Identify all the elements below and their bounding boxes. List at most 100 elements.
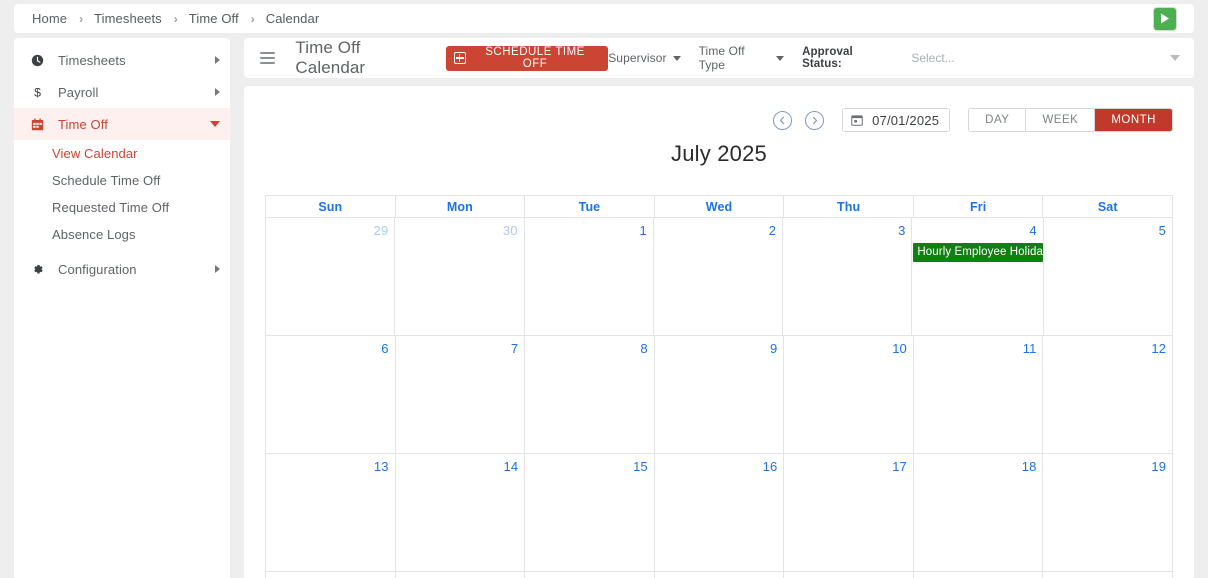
calendar-day-cell[interactable]: 8 — [525, 336, 655, 454]
view-day-button[interactable]: DAY — [969, 109, 1027, 131]
calendar-day-cell[interactable]: 4 Hourly Employee Holidays — [912, 218, 1044, 336]
calendar-day-cell[interactable]: 25 — [914, 572, 1044, 578]
day-header-thu: Thu — [784, 196, 914, 218]
calendar-day-number: 9 — [769, 341, 778, 356]
calendar-day-cell[interactable]: 12 — [1043, 336, 1174, 454]
sidebar-subitem-absence-logs[interactable]: Absence Logs — [14, 221, 230, 248]
calendar-day-number: 2 — [768, 223, 777, 238]
calendar-day-cell[interactable]: 1 — [524, 218, 654, 336]
calendar-day-number: 14 — [503, 459, 519, 474]
calendar-day-cell[interactable]: 3 — [783, 218, 913, 336]
calendar-day-cell[interactable]: 14 — [395, 454, 526, 572]
calendar-day-number: 29 — [373, 223, 389, 238]
calendar-day-cell[interactable]: 19 — [1043, 454, 1174, 572]
breadcrumb-separator: › — [250, 11, 255, 26]
calendar-day-cell[interactable]: 24 — [784, 572, 914, 578]
calendar-day-cell[interactable]: 26 — [1043, 572, 1174, 578]
chevron-down-icon — [776, 55, 785, 61]
approval-status-label: Approval Status: — [802, 46, 853, 70]
sidebar-item-time-off[interactable]: Time Off — [14, 108, 230, 140]
chevron-down-icon — [1170, 55, 1180, 61]
plus-icon — [453, 52, 466, 64]
chevron-down-icon — [672, 55, 681, 61]
breadcrumb-separator: › — [173, 11, 178, 26]
page-title: Time Off Calendar — [295, 38, 366, 77]
day-header-tue: Tue — [525, 196, 655, 218]
calendar-day-number: 16 — [762, 459, 778, 474]
date-input-value: 07/01/2025 — [872, 112, 940, 128]
svg-text:$: $ — [34, 85, 41, 99]
calendar-icon — [26, 117, 48, 131]
calendar-day-number: 18 — [1021, 459, 1037, 474]
breadcrumb-item-home[interactable]: Home — [32, 11, 67, 26]
calendar-day-cell[interactable]: 30 — [395, 218, 525, 336]
gear-icon — [26, 263, 48, 276]
calendar-icon — [851, 114, 863, 126]
calendar-header-row: Sun Mon Tue Wed Thu Fri Sat — [266, 196, 1174, 218]
view-week-button[interactable]: WEEK — [1026, 109, 1096, 131]
chevron-down-icon — [210, 121, 220, 127]
calendar-day-number: 19 — [1151, 459, 1167, 474]
chevron-right-icon — [215, 56, 220, 64]
calendar-day-cell[interactable]: 21 — [396, 572, 526, 578]
calendar-day-cell[interactable]: 11 — [913, 336, 1044, 454]
sidebar-subitem-view-calendar[interactable]: View Calendar — [14, 140, 230, 167]
supervisor-dropdown-label: Supervisor — [608, 51, 667, 65]
calendar-grid: Sun Mon Tue Wed Thu Fri Sat 29 30 1 2 3 4 Hour… — [265, 195, 1174, 578]
hamburger-icon[interactable] — [260, 49, 276, 67]
sidebar-subitem-schedule-time-off[interactable]: Schedule Time Off — [14, 167, 230, 194]
supervisor-dropdown[interactable]: Supervisor — [608, 51, 681, 65]
calendar-event[interactable]: Hourly Employee Holidays — [913, 243, 1043, 262]
date-input[interactable]: 07/01/2025 — [842, 108, 951, 132]
calendar-day-number: 17 — [892, 459, 907, 474]
calendar-day-cell[interactable]: 29 — [266, 218, 396, 336]
sidebar-item-timesheets[interactable]: Timesheets — [14, 44, 230, 76]
schedule-time-off-button[interactable]: SCHEDULE TIME OFF — [445, 45, 609, 71]
clock-icon — [26, 54, 48, 67]
calendar-day-number: 15 — [633, 459, 648, 474]
breadcrumb: Home › Timesheets › Time Off › Calendar — [14, 4, 1194, 33]
sidebar-item-configuration[interactable]: Configuration — [14, 253, 230, 285]
calendar-day-cell[interactable]: 6 — [266, 336, 396, 454]
calendar-day-cell[interactable]: 10 — [784, 336, 914, 454]
breadcrumb-item-calendar[interactable]: Calendar — [266, 11, 320, 26]
calendar-day-cell[interactable]: 9 — [654, 336, 785, 454]
calendar-day-cell[interactable]: 18 — [913, 454, 1044, 572]
sidebar: Timesheets $ Payroll Time Off View Calen… — [14, 38, 230, 578]
filter-group: Supervisor Time Off Type Approval Status… — [608, 44, 1180, 72]
sidebar-item-label: Configuration — [58, 261, 137, 277]
day-header-wed: Wed — [654, 196, 785, 218]
calendar-week-row: 20212223242526 — [266, 572, 1174, 578]
calendar-day-cell[interactable]: 15 — [525, 454, 655, 572]
breadcrumb-separator: › — [79, 11, 84, 26]
chevron-right-icon — [215, 88, 220, 96]
calendar-day-cell[interactable]: 5 — [1043, 218, 1173, 336]
calendar-day-cell[interactable]: 20 — [266, 572, 396, 578]
next-period-button[interactable] — [805, 110, 825, 130]
calendar-day-cell[interactable]: 23 — [655, 572, 785, 578]
calendar-day-cell[interactable]: 7 — [395, 336, 526, 454]
calendar-day-number: 4 — [1029, 223, 1037, 238]
calendar-panel: 07/01/2025 DAY WEEK MONTH July 2025 Sun … — [244, 86, 1194, 578]
calendar-day-cell[interactable]: 2 — [653, 218, 784, 336]
breadcrumb-item-time-off[interactable]: Time Off — [189, 11, 239, 26]
calendar-month-title: July 2025 — [671, 141, 767, 166]
calendar-week-row: 6 7 8 9 10 11 12 — [266, 336, 1174, 454]
calendar-day-cell[interactable]: 16 — [654, 454, 785, 572]
day-header-sat: Sat — [1043, 196, 1174, 218]
sidebar-subitem-requested-time-off[interactable]: Requested Time Off — [14, 194, 230, 221]
approval-status-placeholder: Select... — [911, 51, 955, 65]
day-header-fri: Fri — [913, 196, 1044, 218]
calendar-day-cell[interactable]: 17 — [784, 454, 914, 572]
calendar-day-cell[interactable]: 13 — [266, 454, 396, 572]
calendar-day-cell[interactable]: 22 — [525, 572, 655, 578]
view-month-button[interactable]: MONTH — [1095, 109, 1172, 131]
approval-status-select[interactable]: Select... — [911, 51, 1180, 65]
breadcrumb-item-timesheets[interactable]: Timesheets — [94, 11, 162, 26]
sidebar-item-label: Payroll — [58, 84, 99, 100]
time-off-type-dropdown[interactable]: Time Off Type — [699, 44, 785, 72]
play-icon[interactable] — [1154, 7, 1176, 30]
previous-period-button[interactable] — [773, 110, 793, 130]
calendar-day-number: 7 — [510, 341, 519, 356]
sidebar-item-payroll[interactable]: $ Payroll — [14, 76, 230, 108]
